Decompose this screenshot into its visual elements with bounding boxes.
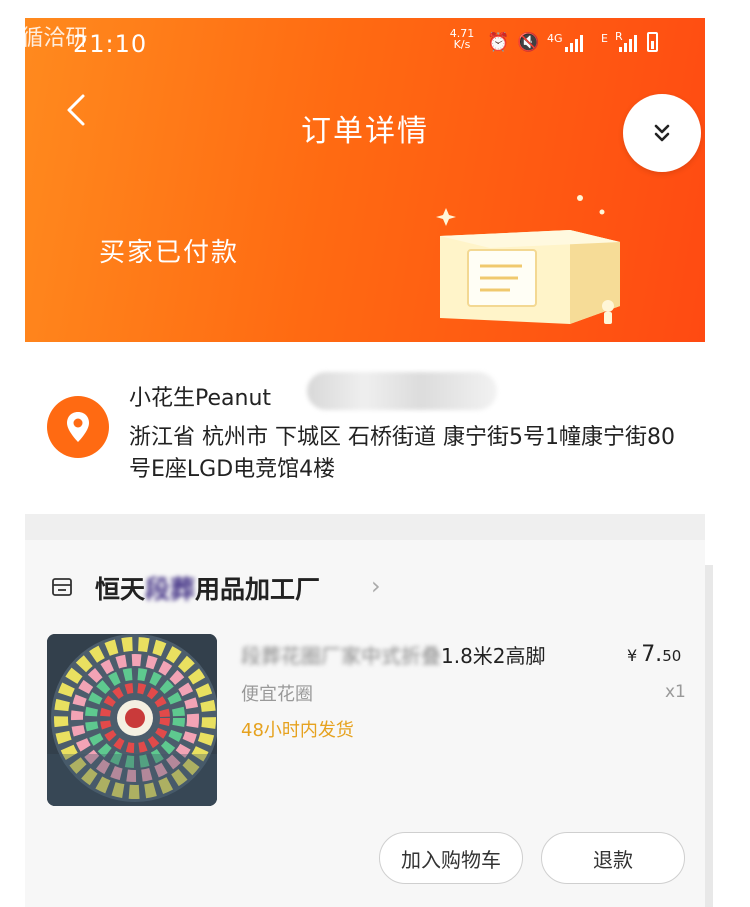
section-divider <box>25 514 705 540</box>
delivery-address: 浙江省 杭州市 下城区 石桥街道 康宁街5号1幢康宁街80号E座LGD电竞馆4楼 <box>129 425 675 482</box>
chevron-right-icon[interactable]: › <box>371 572 381 600</box>
alarm-icon: ⏰ <box>487 32 510 53</box>
wreath-photo <box>47 634 217 806</box>
more-button[interactable] <box>623 94 701 172</box>
product-title[interactable]: 段葬花圈厂家中式折叠1.8米2高脚 <box>241 640 601 669</box>
battery-icon <box>647 32 658 52</box>
product-quantity: x1 <box>665 682 686 702</box>
network-4g-label: 4G <box>547 32 563 45</box>
recipient-name: 小花生Peanut <box>129 386 272 411</box>
blurred-phone-number <box>307 372 497 410</box>
shop-name-prefix: 恒天 <box>95 575 146 604</box>
address-section[interactable]: 小花生Peanut 浙江省 杭州市 下城区 石桥街道 康宁街5号1幢康宁街80号… <box>25 342 705 514</box>
status-bar: ←循洽研 21:10 4.71 K/s ⏰ 🔇 4G E R <box>25 18 705 68</box>
order-status: 买家已付款 <box>99 238 240 268</box>
product-title-blurred: 段葬花圈厂家中式折叠 <box>241 644 441 668</box>
location-pin-icon <box>47 396 109 458</box>
mute-icon: 🔇 <box>517 32 540 53</box>
order-detail-screen: ←循洽研 21:10 4.71 K/s ⏰ 🔇 4G E R 订单详情 <box>25 18 705 907</box>
network-e-label: E <box>601 32 608 45</box>
signal-bars-2-icon <box>619 32 639 52</box>
shop-name-blurred: 段葬 <box>145 575 196 604</box>
shop-card: 恒天段葬用品加工厂 › 段葬花圈厂家中式折叠1.8米2高脚 ¥7.50 便宜花圈… <box>25 540 705 907</box>
add-to-cart-button[interactable]: 加入购物车 <box>379 832 523 884</box>
refund-button[interactable]: 退款 <box>541 832 685 884</box>
net-speed: 4.71 K/s <box>445 28 479 50</box>
page-title: 订单详情 <box>301 114 429 149</box>
shop-name-link[interactable]: 恒天段葬用品加工厂 <box>95 570 320 606</box>
signal-bars-icon <box>565 32 585 52</box>
product-image[interactable] <box>47 634 217 806</box>
product-title-visible: 1.8米2高脚 <box>441 644 546 668</box>
price-int: 7. <box>641 642 663 667</box>
double-chevron-down-icon <box>654 124 670 142</box>
price-decimal: 50 <box>662 647 682 665</box>
order-header: ←循洽研 21:10 4.71 K/s ⏰ 🔇 4G E R 订单详情 <box>25 18 705 342</box>
status-time: 21:10 <box>73 30 148 58</box>
scroll-edge <box>705 565 713 907</box>
parcel-box-illustration <box>436 195 620 324</box>
shop-name-suffix: 用品加工厂 <box>195 575 321 604</box>
delivery-promise: 48小时内发货 <box>241 720 354 741</box>
net-speed-unit: K/s <box>453 38 471 51</box>
price-currency: ¥ <box>627 646 638 665</box>
product-spec: 便宜花圈 <box>241 684 313 705</box>
product-price: ¥7.50 <box>627 642 681 667</box>
store-icon <box>52 578 72 596</box>
